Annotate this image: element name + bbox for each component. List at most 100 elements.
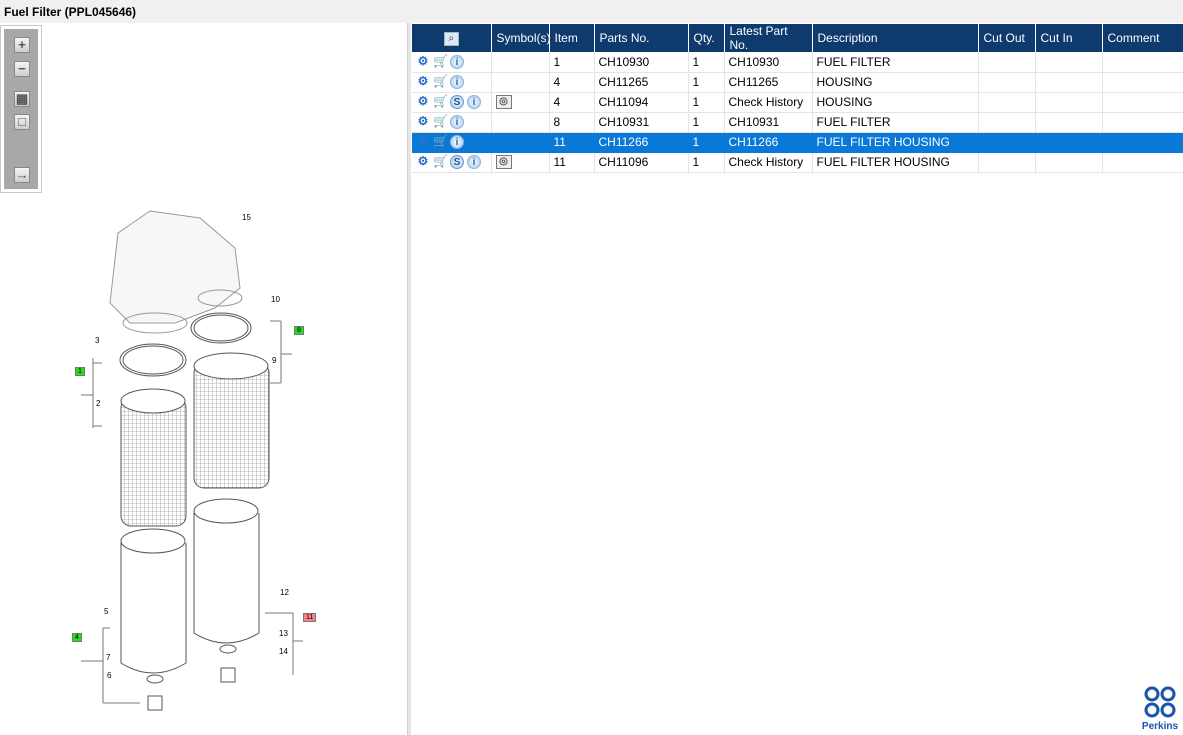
export-button[interactable]: → xyxy=(14,167,30,183)
row-actions: ⚙ 🛒 Si xyxy=(412,152,492,173)
latest-part-no-cell[interactable]: Check History xyxy=(724,92,813,113)
pane-splitter[interactable] xyxy=(407,23,411,735)
cart-icon[interactable]: 🛒 xyxy=(433,75,448,89)
callout-label[interactable]: 7 xyxy=(106,653,110,662)
item-cell: 1 xyxy=(549,52,595,73)
info-icon[interactable]: i xyxy=(467,95,481,110)
item-badge-11[interactable]: 11 xyxy=(303,613,317,622)
gear-icon[interactable]: ⚙ xyxy=(416,155,430,169)
symbols-cell xyxy=(491,132,550,153)
info-icon[interactable]: i xyxy=(450,75,464,90)
table-row[interactable]: ⚙ 🛒 i 11 CH11266 1 CH11266 FUEL FILTER HOUSING xyxy=(412,132,1183,153)
supersession-icon[interactable]: S xyxy=(450,95,464,110)
supersession-icon[interactable]: S xyxy=(450,155,464,170)
column-header-symbols[interactable]: Symbol(s) xyxy=(491,24,551,52)
table-header: ⌕ Symbol(s) Item Parts No. Qty. Latest P… xyxy=(412,24,1183,52)
latest-part-no-cell: CH10930 xyxy=(724,52,813,73)
row-actions: ⚙ 🛒 i xyxy=(412,52,492,73)
cut-in-cell xyxy=(1035,152,1103,173)
callout-label[interactable]: 6 xyxy=(107,671,111,680)
info-icon[interactable]: i xyxy=(450,115,464,130)
gear-icon[interactable]: ⚙ xyxy=(416,135,430,149)
search-icon[interactable]: ⌕ xyxy=(443,32,459,46)
qty-cell: 1 xyxy=(688,112,725,133)
callout-label[interactable]: 12 xyxy=(280,588,289,597)
cart-icon[interactable]: 🛒 xyxy=(433,115,448,129)
callout-label[interactable]: 2 xyxy=(96,399,100,408)
window-title: Fuel Filter (PPL045646) xyxy=(0,0,1183,23)
cut-out-cell xyxy=(978,152,1036,173)
parts-no-cell: CH10931 xyxy=(594,112,689,133)
info-icon[interactable]: i xyxy=(450,55,464,70)
column-header-qty[interactable]: Qty. xyxy=(688,24,725,52)
qty-cell: 1 xyxy=(688,72,725,93)
item-badge-8[interactable]: 8 xyxy=(294,326,304,335)
parts-no-cell: CH10930 xyxy=(594,52,689,73)
cut-in-cell xyxy=(1035,112,1103,133)
callout-label[interactable]: 9 xyxy=(272,356,276,365)
latest-part-no-cell[interactable]: Check History xyxy=(724,152,813,173)
cut-out-cell xyxy=(978,132,1036,153)
history-book-icon[interactable]: ◎ xyxy=(495,155,512,170)
column-header-latest-part-no[interactable]: Latest Part No. xyxy=(724,24,813,52)
row-actions: ⚙ 🛒 Si xyxy=(412,92,492,113)
gear-icon[interactable]: ⚙ xyxy=(416,75,430,89)
callout-label[interactable]: 5 xyxy=(104,607,108,616)
parts-no-cell: CH11265 xyxy=(594,72,689,93)
perkins-logo: Perkins xyxy=(1138,686,1182,732)
description-cell: FUEL FILTER HOUSING xyxy=(812,132,979,153)
column-header-comment[interactable]: Comment xyxy=(1102,24,1183,52)
qty-cell: 1 xyxy=(688,132,725,153)
info-icon[interactable]: i xyxy=(467,155,481,170)
column-search-header[interactable]: ⌕ xyxy=(412,24,492,52)
zoom-out-button[interactable]: − xyxy=(14,61,30,77)
table-row[interactable]: ⚙ 🛒 i 4 CH11265 1 CH11265 HOUSING xyxy=(412,72,1183,93)
symbols-cell xyxy=(491,52,550,73)
column-header-item[interactable]: Item xyxy=(549,24,595,52)
row-actions: ⚙ 🛒 i xyxy=(412,132,492,153)
column-header-parts-no[interactable]: Parts No. xyxy=(594,24,689,52)
cart-icon[interactable]: 🛒 xyxy=(433,135,448,149)
zoom-in-button[interactable]: + xyxy=(14,37,30,53)
callout-label[interactable]: 13 xyxy=(279,629,288,638)
gear-icon[interactable]: ⚙ xyxy=(416,55,430,69)
item-cell: 11 xyxy=(549,152,595,173)
comment-cell xyxy=(1102,72,1183,93)
cut-out-cell xyxy=(978,92,1036,113)
comment-cell xyxy=(1102,152,1183,173)
actual-size-button[interactable]: □ xyxy=(14,114,30,130)
callout-label[interactable]: 14 xyxy=(279,647,288,656)
cut-out-cell xyxy=(978,72,1036,93)
description-cell: HOUSING xyxy=(812,92,979,113)
parts-no-cell: CH11094 xyxy=(594,92,689,113)
fit-all-button[interactable]: ▦ xyxy=(14,91,30,107)
callout-label[interactable]: 15 xyxy=(242,213,251,222)
callout-label[interactable]: 3 xyxy=(95,336,99,345)
diagram-toolbar: + − ▦ □ → xyxy=(0,25,42,193)
symbols-cell xyxy=(491,112,550,133)
cut-in-cell xyxy=(1035,52,1103,73)
diagram-pane[interactable]: 15 10 3 9 2 12 13 14 5 7 6 8 1 4 11 xyxy=(0,23,407,735)
table-row[interactable]: ⚙ 🛒 Si ◎ 11 CH11096 1 Check History FUEL FILTER … xyxy=(412,152,1183,173)
table-row[interactable]: ⚙ 🛒 i 8 CH10931 1 CH10931 FUEL FILTER xyxy=(412,112,1183,133)
column-header-description[interactable]: Description xyxy=(812,24,979,52)
item-badge-1[interactable]: 1 xyxy=(75,367,85,376)
qty-cell: 1 xyxy=(688,92,725,113)
item-badge-4[interactable]: 4 xyxy=(72,633,82,642)
info-icon[interactable]: i xyxy=(450,135,464,150)
history-book-icon[interactable]: ◎ xyxy=(495,95,512,110)
gear-icon[interactable]: ⚙ xyxy=(416,115,430,129)
symbols-cell: ◎ xyxy=(491,152,550,173)
cart-icon[interactable]: 🛒 xyxy=(433,95,448,109)
description-cell: FUEL FILTER xyxy=(812,112,979,133)
column-header-cut-in[interactable]: Cut In xyxy=(1035,24,1103,52)
cart-icon[interactable]: 🛒 xyxy=(433,155,448,169)
description-cell: HOUSING xyxy=(812,72,979,93)
cart-icon[interactable]: 🛒 xyxy=(433,55,448,69)
table-row[interactable]: ⚙ 🛒 Si ◎ 4 CH11094 1 Check History HOUSING xyxy=(412,92,1183,113)
table-row[interactable]: ⚙ 🛒 i 1 CH10930 1 CH10930 FUEL FILTER xyxy=(412,52,1183,73)
exploded-parts-diagram[interactable] xyxy=(0,23,407,735)
column-header-cut-out[interactable]: Cut Out xyxy=(978,24,1036,52)
callout-label[interactable]: 10 xyxy=(271,295,280,304)
gear-icon[interactable]: ⚙ xyxy=(416,95,430,109)
